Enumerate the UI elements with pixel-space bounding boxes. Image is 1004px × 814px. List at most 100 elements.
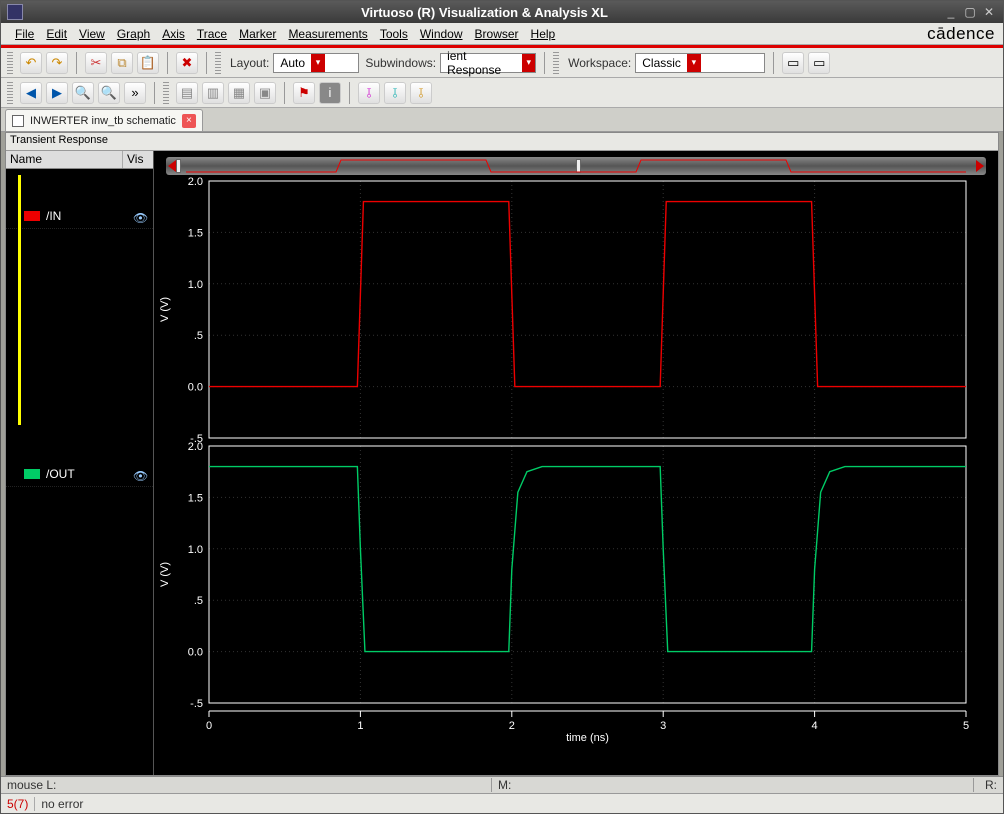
separator — [167, 52, 168, 74]
toolbar-handle[interactable] — [553, 52, 559, 74]
time-strip[interactable] — [166, 157, 986, 175]
signal-tool1-button[interactable]: ⫱ — [358, 82, 380, 104]
chevron-down-icon[interactable]: ▾ — [687, 54, 701, 72]
menu-window[interactable]: Window — [414, 25, 469, 43]
undo-button[interactable]: ↶ — [20, 52, 42, 74]
svg-text:V (V): V (V) — [159, 562, 171, 587]
info-button[interactable]: i — [319, 82, 341, 104]
zoom-out-button[interactable]: 🔍 — [98, 82, 120, 104]
panel-title: Transient Response — [6, 133, 998, 151]
legend-col-vis[interactable]: Vis — [123, 151, 153, 168]
menu-trace[interactable]: Trace — [191, 25, 233, 43]
subwindows-combo[interactable]: ient Response▾ — [440, 53, 536, 73]
toolbar-handle[interactable] — [7, 52, 13, 74]
menu-measurements[interactable]: Measurements — [282, 25, 373, 43]
swatch-icon — [24, 211, 40, 221]
workspace-label: Workspace: — [568, 56, 631, 70]
svg-text:1.5: 1.5 — [188, 227, 203, 239]
delete-button[interactable]: ✖ — [176, 52, 198, 74]
tab-label: INWERTER inw_tb schematic — [30, 115, 176, 127]
error-count[interactable]: 5(7) — [1, 797, 35, 811]
status-mouse-l: mouse L: — [1, 778, 491, 792]
toolbar-handle[interactable] — [163, 82, 169, 104]
redo-button[interactable]: ↷ — [46, 52, 68, 74]
legend-row-out[interactable]: /OUT 👁 — [6, 461, 153, 487]
cut-button[interactable]: ✂ — [85, 52, 107, 74]
plot-split: Name Vis /IN 👁 /OUT 👁 — [6, 151, 998, 775]
window-add-button[interactable]: ▭ — [782, 52, 804, 74]
menu-browser[interactable]: Browser — [469, 25, 525, 43]
menu-help[interactable]: Help — [525, 25, 562, 43]
toolbar-main: ↶ ↷ ✂ ⧉ 📋 ✖ Layout: Auto▾ Subwindows: ie… — [1, 48, 1003, 78]
strip-left-arrow-icon[interactable] — [168, 160, 176, 172]
tab-close-button[interactable]: × — [182, 114, 196, 128]
strip-handle-left[interactable] — [176, 159, 181, 173]
visibility-icon[interactable]: 👁 — [133, 469, 149, 479]
legend-row-in[interactable]: /IN 👁 — [6, 203, 153, 229]
strip-handle-right[interactable] — [576, 159, 581, 173]
separator — [76, 52, 77, 74]
nav-back-button[interactable]: ◀ — [20, 82, 42, 104]
zoom-in-button[interactable]: 🔍 — [72, 82, 94, 104]
status-mouse-m: M: — [491, 778, 973, 792]
titlebar[interactable]: Virtuoso (R) Visualization & Analysis XL… — [1, 1, 1003, 23]
brand-logo: cādence — [927, 24, 995, 44]
more-button[interactable]: » — [124, 82, 146, 104]
plot-svg[interactable]: -.50.0.51.01.52.0V (V)-.50.0.51.01.52.0V… — [154, 177, 986, 747]
flag-button[interactable]: ⚑ — [293, 82, 315, 104]
nav-fwd-button[interactable]: ▶ — [46, 82, 68, 104]
table-button[interactable]: ▣ — [254, 82, 276, 104]
separator — [154, 82, 155, 104]
signal-name: /OUT — [46, 467, 75, 481]
tab-strip: INWERTER inw_tb schematic × — [1, 108, 1003, 132]
split-button[interactable]: ▦ — [228, 82, 250, 104]
chevron-down-icon[interactable]: ▾ — [522, 54, 535, 72]
svg-text:1.0: 1.0 — [188, 279, 203, 291]
menu-graph[interactable]: Graph — [111, 25, 156, 43]
legend-col-name[interactable]: Name — [6, 151, 123, 168]
menu-tools[interactable]: Tools — [374, 25, 414, 43]
toolbar-secondary: ◀ ▶ 🔍 🔍 » ▤ ▥ ▦ ▣ ⚑ i ⫱ ⫱ ⫱ — [1, 78, 1003, 108]
close-button[interactable]: ✕ — [981, 4, 997, 20]
error-bar: 5(7) no error — [1, 793, 1003, 813]
toolbar-handle[interactable] — [7, 82, 13, 104]
svg-text:V (V): V (V) — [159, 297, 171, 322]
app-icon — [7, 4, 23, 20]
minimize-button[interactable]: _ — [943, 4, 959, 20]
svg-text:-.5: -.5 — [190, 698, 203, 710]
strip-button[interactable]: ▤ — [176, 82, 198, 104]
menu-marker[interactable]: Marker — [233, 25, 282, 43]
paste-button[interactable]: 📋 — [137, 52, 159, 74]
separator — [284, 82, 285, 104]
signal-tool2-button[interactable]: ⫱ — [384, 82, 406, 104]
menu-axis[interactable]: Axis — [156, 25, 191, 43]
plot-area[interactable]: -.50.0.51.01.52.0V (V)-.50.0.51.01.52.0V… — [154, 151, 998, 775]
document-tab[interactable]: INWERTER inw_tb schematic × — [5, 109, 203, 131]
svg-text:time (ns): time (ns) — [566, 732, 609, 744]
copy-button[interactable]: ⧉ — [111, 52, 133, 74]
client-area: Transient Response Name Vis /IN 👁 / — [5, 132, 999, 776]
svg-text:2.0: 2.0 — [188, 441, 203, 453]
signal-tool3-button[interactable]: ⫱ — [410, 82, 432, 104]
window-remove-button[interactable]: ▭ — [808, 52, 830, 74]
combine-button[interactable]: ▥ — [202, 82, 224, 104]
menu-view[interactable]: View — [73, 25, 111, 43]
toolbar-handle[interactable] — [215, 52, 221, 74]
legend-panel: Name Vis /IN 👁 /OUT 👁 — [6, 151, 154, 775]
legend-header: Name Vis — [6, 151, 153, 169]
menu-edit[interactable]: Edit — [40, 25, 73, 43]
layout-combo[interactable]: Auto▾ — [273, 53, 359, 73]
menu-file[interactable]: File — [9, 25, 40, 43]
chevron-down-icon[interactable]: ▾ — [311, 54, 325, 72]
visibility-icon[interactable]: 👁 — [133, 211, 149, 221]
workspace-combo[interactable]: Classic▾ — [635, 53, 765, 73]
selection-bar — [18, 175, 21, 425]
strip-right-arrow-icon[interactable] — [976, 160, 984, 172]
app-window: Virtuoso (R) Visualization & Analysis XL… — [0, 0, 1004, 814]
svg-text:.5: .5 — [194, 595, 203, 607]
svg-text:.5: .5 — [194, 330, 203, 342]
document-icon — [12, 115, 24, 127]
maximize-button[interactable]: ▢ — [962, 4, 978, 20]
svg-text:0: 0 — [206, 720, 212, 732]
svg-text:1.0: 1.0 — [188, 544, 203, 556]
